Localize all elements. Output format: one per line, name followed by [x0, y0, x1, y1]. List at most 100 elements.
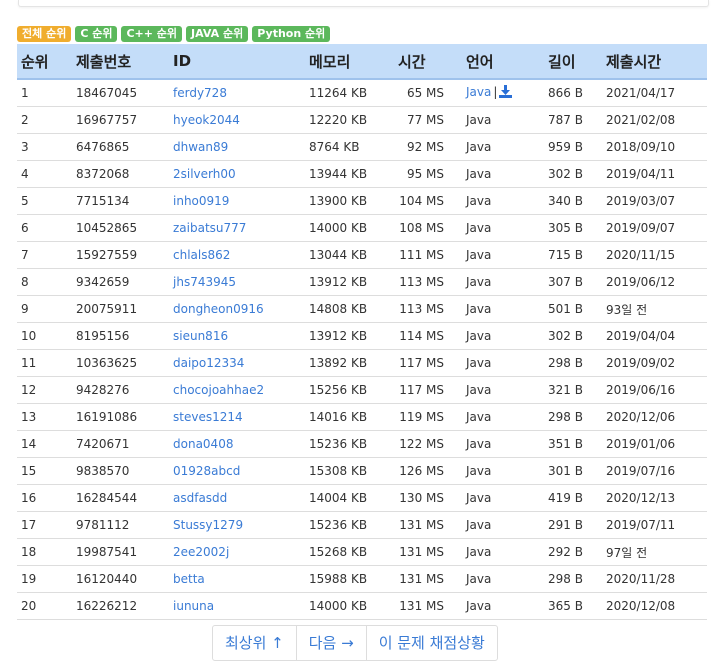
rank-cell: 19 — [17, 565, 72, 593]
user-id-cell-link[interactable]: iununa — [173, 599, 214, 613]
top-button[interactable]: 최상위 ↑ — [213, 626, 297, 660]
submission-id-cell: 6476865 — [72, 133, 169, 161]
memory-cell: 13044 KB — [305, 241, 394, 269]
memory-cell: 14000 KB — [305, 214, 394, 242]
rank-cell: 1 — [17, 79, 72, 107]
table-body: 1 18467045 ferdy728 11264 KB 65 MS Java | 866 B… — [17, 79, 707, 620]
table-row: 14 7420671 dona0408 15236 KB 122 MS Java 351 B… — [17, 430, 707, 458]
rank-cell: 9 — [17, 295, 72, 323]
column-header-submission[interactable]: 제출번호 — [72, 44, 169, 80]
submitted-time-cell: 2021/04/17 — [602, 79, 707, 107]
rank-cell: 4 — [17, 160, 72, 188]
user-id-cell-link[interactable]: chlals862 — [173, 248, 230, 262]
memory-cell: 15236 KB — [305, 511, 394, 539]
language-cell: Java — [462, 403, 544, 431]
separator: | — [493, 85, 498, 99]
column-header-rank[interactable]: 순위 — [17, 44, 72, 80]
time-cell: 117 MS — [394, 349, 462, 377]
table-row: 15 9838570 01928abcd 15308 KB 126 MS Java 301 … — [17, 457, 707, 485]
submitted-time-cell: 97일 전 — [602, 538, 707, 566]
table-row: 13 16191086 steves1214 14016 KB 119 MS Java 29… — [17, 403, 707, 431]
time-cell: 131 MS — [394, 538, 462, 566]
time-cell: 131 MS — [394, 511, 462, 539]
rank-cell: 20 — [17, 592, 72, 620]
user-id-cell-link[interactable]: 01928abcd — [173, 464, 240, 478]
user-id-cell-link[interactable]: Stussy1279 — [173, 518, 243, 532]
user-id-cell-link[interactable]: dhwan89 — [173, 140, 228, 154]
submitted-time-cell: 2019/07/11 — [602, 511, 707, 539]
user-id-cell-link[interactable]: betta — [173, 572, 205, 586]
user-id-cell: iununa — [169, 592, 305, 620]
user-id-cell: Stussy1279 — [169, 511, 305, 539]
submitted-time-cell: 2019/01/06 — [602, 430, 707, 458]
user-id-cell-link[interactable]: hyeok2044 — [173, 113, 240, 127]
time-cell: 77 MS — [394, 106, 462, 134]
user-id-cell-link[interactable]: dongheon0916 — [173, 302, 264, 316]
user-id-cell-link[interactable]: jhs743945 — [173, 275, 236, 289]
time-cell: 117 MS — [394, 376, 462, 404]
table-row: 19 16120440 betta 15988 KB 131 MS Java 298 B 20… — [17, 565, 707, 593]
language-cell: Java — [462, 268, 544, 296]
table-row: 18 19987541 2ee2002j 15268 KB 131 MS Java 292 … — [17, 538, 707, 566]
column-header-language[interactable]: 언어 — [462, 44, 544, 80]
download-icon[interactable] — [499, 85, 513, 101]
filter-cpp-ranking[interactable]: C++ 순위 — [121, 26, 183, 42]
time-cell: 113 MS — [394, 268, 462, 296]
length-cell: 419 B — [544, 484, 602, 512]
language-cell: Java — [462, 565, 544, 593]
user-id-cell-link[interactable]: steves1214 — [173, 410, 243, 424]
submission-id-cell: 9342659 — [72, 268, 169, 296]
rank-cell: 2 — [17, 106, 72, 134]
user-id-cell-link[interactable]: sieun816 — [173, 329, 228, 343]
table-row: 1 18467045 ferdy728 11264 KB 65 MS Java | 866 B… — [17, 79, 707, 107]
memory-cell: 15308 KB — [305, 457, 394, 485]
user-id-cell-link[interactable]: 2ee2002j — [173, 545, 229, 559]
column-header-memory[interactable]: 메모리 — [305, 44, 394, 80]
user-id-cell-link[interactable]: chocojoahhae2 — [173, 383, 264, 397]
user-id-cell-link[interactable]: daipo12334 — [173, 356, 244, 370]
user-id-cell-link[interactable]: asdfasdd — [173, 491, 227, 505]
user-id-cell: betta — [169, 565, 305, 593]
rank-cell: 6 — [17, 214, 72, 242]
submission-id-cell: 7715134 — [72, 187, 169, 215]
language-cell-link[interactable]: Java — [466, 85, 491, 99]
table-row: 20 16226212 iununa 14000 KB 131 MS Java 365 B2… — [17, 592, 707, 620]
user-id-cell-link[interactable]: inho0919 — [173, 194, 229, 208]
memory-cell: 13892 KB — [305, 349, 394, 377]
language-cell: Java — [462, 430, 544, 458]
language-cell: Java — [462, 106, 544, 134]
submitted-time-cell: 2019/06/16 — [602, 376, 707, 404]
user-id-cell: jhs743945 — [169, 268, 305, 296]
user-id-cell: asdfasdd — [169, 484, 305, 512]
rank-cell: 10 — [17, 322, 72, 350]
memory-cell: 11264 KB — [305, 79, 394, 107]
column-header-submitted[interactable]: 제출시간 — [602, 44, 707, 80]
rank-cell: 3 — [17, 133, 72, 161]
column-header-time[interactable]: 시간 — [394, 44, 462, 80]
submission-id-cell: 9838570 — [72, 457, 169, 485]
language-cell: Java — [462, 295, 544, 323]
next-button[interactable]: 다음 → — [297, 626, 367, 660]
user-id-cell: dhwan89 — [169, 133, 305, 161]
memory-cell: 12220 KB — [305, 106, 394, 134]
memory-cell: 14016 KB — [305, 403, 394, 431]
user-id-cell: ferdy728 — [169, 79, 305, 107]
user-id-cell-link[interactable]: 2silverh00 — [173, 167, 236, 181]
problem-status-button[interactable]: 이 문제 채점상황 — [367, 626, 497, 660]
user-id-cell-link[interactable]: ferdy728 — [173, 86, 227, 100]
table-row: 12 9428276 chocojoahhae2 15256 KB 117 MS Java… — [17, 376, 707, 404]
filter-java-ranking[interactable]: JAVA 순위 — [186, 26, 249, 42]
filter-c-ranking[interactable]: C 순위 — [75, 26, 118, 42]
column-header-id[interactable]: ID — [169, 44, 305, 80]
length-cell: 298 B — [544, 349, 602, 377]
column-header-length[interactable]: 길이 — [544, 44, 602, 80]
time-cell: 111 MS — [394, 241, 462, 269]
filter-all-ranking[interactable]: 전체 순위 — [17, 26, 72, 42]
length-cell: 298 B — [544, 403, 602, 431]
filter-python-ranking[interactable]: Python 순위 — [252, 26, 331, 42]
user-id-cell-link[interactable]: zaibatsu777 — [173, 221, 246, 235]
submitted-time-cell: 2019/07/16 — [602, 457, 707, 485]
submitted-time-cell: 2020/12/13 — [602, 484, 707, 512]
user-id-cell-link[interactable]: dona0408 — [173, 437, 233, 451]
table-row: 8 9342659 jhs743945 13912 KB 113 MS Java 307 B… — [17, 268, 707, 296]
